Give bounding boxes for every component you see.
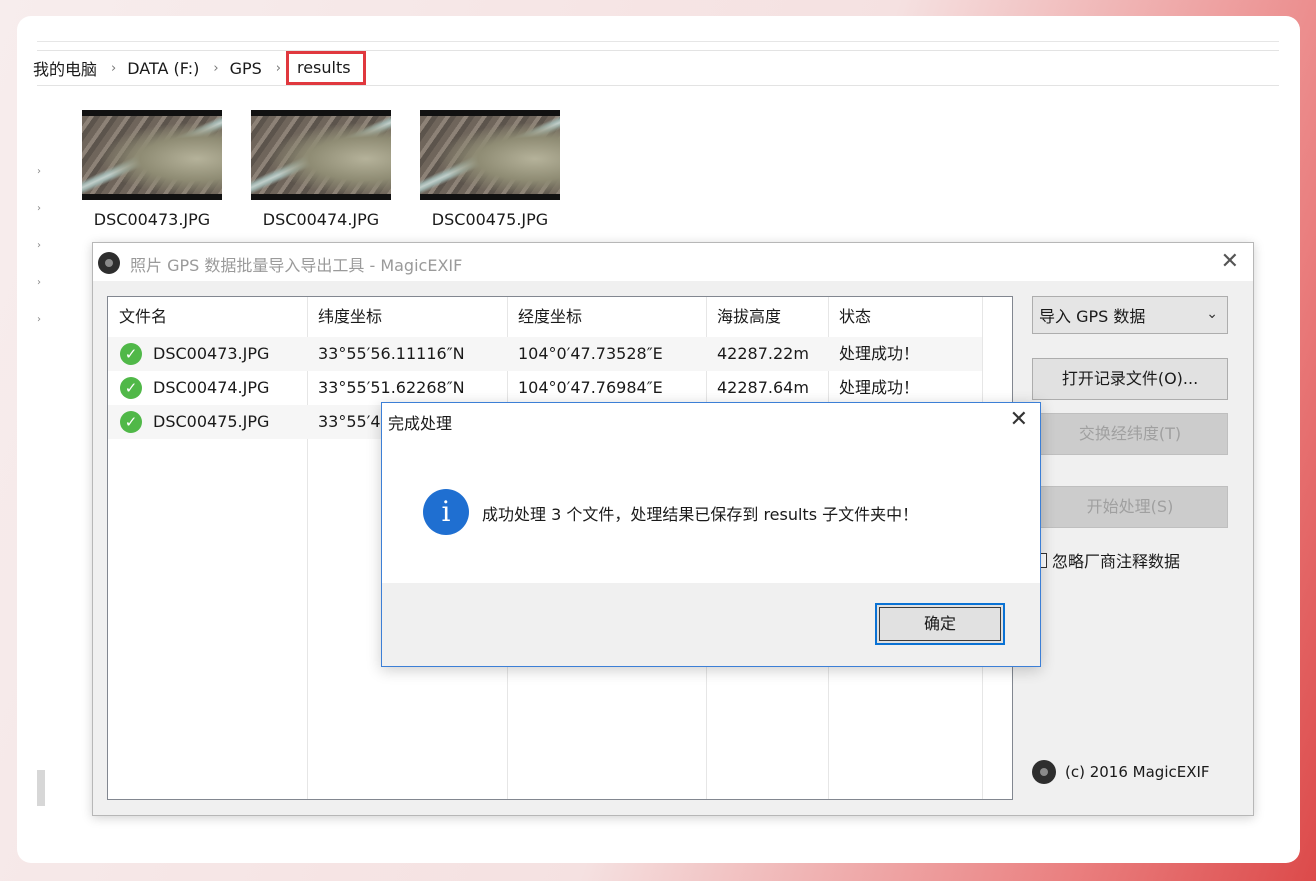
- ignore-vendor-option[interactable]: 忽略厂商注释数据: [1032, 548, 1180, 572]
- start-processing-button[interactable]: 开始处理(S): [1032, 486, 1228, 528]
- cell-longitude: 104°0′47.76984″E: [518, 378, 663, 397]
- file-name: DSC00473.JPG: [93, 210, 211, 229]
- chevron-right-icon[interactable]: ›: [213, 61, 218, 76]
- cell-longitude: 104°0′47.73528″E: [518, 344, 663, 363]
- expand-arrow-icon[interactable]: ›: [37, 240, 41, 251]
- chevron-right-icon[interactable]: ›: [111, 61, 116, 76]
- mode-select[interactable]: 导入 GPS 数据 ⌄: [1032, 296, 1228, 334]
- breadcrumb-results[interactable]: results: [285, 51, 366, 85]
- file-thumbnail[interactable]: DSC00475.JPG: [420, 110, 560, 229]
- chevron-down-icon: ⌄: [1206, 306, 1218, 322]
- mode-select-value: 导入 GPS 数据: [1039, 307, 1146, 326]
- camera-lens-icon: [1032, 760, 1056, 784]
- explorer-window: 我的电脑 › DATA (F:) › GPS › results › › › ›…: [17, 16, 1300, 863]
- dialog-body: i 成功处理 3 个文件，处理结果已保存到 results 子文件夹中！: [382, 439, 1040, 583]
- completion-dialog: 完成处理 ✕ i 成功处理 3 个文件，处理结果已保存到 results 子文件…: [381, 402, 1041, 667]
- expand-arrow-icon[interactable]: ›: [37, 314, 41, 325]
- aerial-photo-thumbnail: [82, 110, 222, 200]
- scrollbar-thumb[interactable]: [37, 770, 45, 806]
- close-icon[interactable]: ✕: [1010, 407, 1028, 432]
- breadcrumb-my-computer[interactable]: 我的电脑: [33, 56, 97, 80]
- cell-latitude: 33°55′4: [318, 412, 381, 431]
- column-header-filename[interactable]: 文件名: [108, 297, 307, 333]
- cell-filename: DSC00473.JPG: [153, 344, 270, 363]
- dialog-message: 成功处理 3 个文件，处理结果已保存到 results 子文件夹中！: [482, 505, 919, 524]
- dialog-titlebar[interactable]: 完成处理 ✕: [382, 403, 1040, 439]
- app-titlebar[interactable]: 照片 GPS 数据批量导入导出工具 - MagicEXIF ✕: [93, 243, 1253, 281]
- column-header-altitude[interactable]: 海拔高度: [706, 297, 828, 333]
- file-name: DSC00475.JPG: [431, 210, 549, 229]
- breadcrumb: 我的电脑 › DATA (F:) › GPS › results: [33, 50, 1279, 86]
- cell-status: 处理成功！: [839, 344, 920, 363]
- cell-status: 处理成功！: [839, 378, 920, 397]
- column-header-longitude[interactable]: 经度坐标: [507, 297, 706, 333]
- camera-lens-icon: [98, 252, 120, 274]
- cell-altitude: 42287.64m: [717, 378, 809, 397]
- breadcrumb-data-drive[interactable]: DATA (F:): [127, 59, 199, 78]
- breadcrumb-gps[interactable]: GPS: [230, 59, 262, 78]
- open-log-button[interactable]: 打开记录文件(O)...: [1032, 358, 1228, 400]
- chevron-right-icon[interactable]: ›: [276, 61, 281, 76]
- ok-button[interactable]: 确定: [875, 603, 1005, 645]
- success-check-icon: ✓: [120, 377, 142, 399]
- copyright: (c) 2016 MagicEXIF: [1032, 760, 1210, 784]
- app-title: 照片 GPS 数据批量导入导出工具 - MagicEXIF: [130, 256, 463, 275]
- swap-lat-lon-button[interactable]: 交换经纬度(T): [1032, 413, 1228, 455]
- column-header-latitude[interactable]: 纬度坐标: [307, 297, 507, 333]
- dialog-title: 完成处理: [388, 414, 453, 433]
- file-name: DSC00474.JPG: [262, 210, 380, 229]
- info-icon: i: [423, 489, 469, 535]
- cell-filename: DSC00474.JPG: [153, 378, 270, 397]
- aerial-photo-thumbnail: [420, 110, 560, 200]
- close-icon[interactable]: ✕: [1221, 249, 1239, 274]
- cell-filename: DSC00475.JPG: [153, 412, 270, 431]
- expand-arrow-icon[interactable]: ›: [37, 203, 41, 214]
- ignore-vendor-label: 忽略厂商注释数据: [1052, 552, 1181, 571]
- aerial-photo-thumbnail: [251, 110, 391, 200]
- success-check-icon: ✓: [120, 343, 142, 365]
- success-check-icon: ✓: [120, 411, 142, 433]
- expand-arrow-icon[interactable]: ›: [37, 166, 41, 177]
- cell-latitude: 33°55′56.11116″N: [318, 344, 465, 363]
- column-header-status[interactable]: 状态: [828, 297, 982, 333]
- file-thumbnail[interactable]: DSC00474.JPG: [251, 110, 391, 229]
- expand-arrow-icon[interactable]: ›: [37, 277, 41, 288]
- cell-altitude: 42287.22m: [717, 344, 809, 363]
- toolbar-divider: [37, 41, 1279, 42]
- file-thumbnail[interactable]: DSC00473.JPG: [82, 110, 222, 229]
- table-row[interactable]: ✓ DSC00473.JPG 33°55′56.11116″N 104°0′47…: [108, 337, 982, 371]
- copyright-text: (c) 2016 MagicEXIF: [1065, 763, 1210, 781]
- table-row[interactable]: ✓ DSC00474.JPG 33°55′51.62268″N 104°0′47…: [108, 371, 982, 405]
- cell-latitude: 33°55′51.62268″N: [318, 378, 465, 397]
